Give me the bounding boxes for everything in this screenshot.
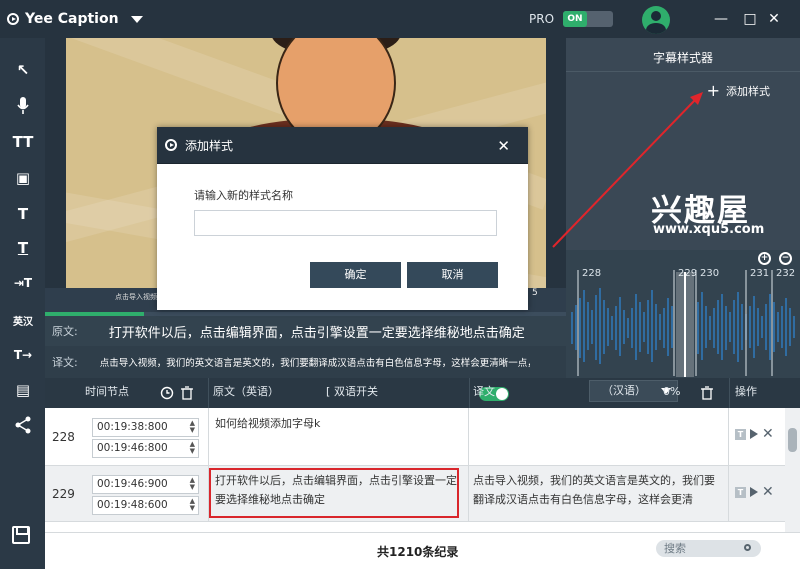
source-strip: 原文: 打开软件以后，点击编辑界面，点击引擎设置一定要选择维秘地点击确定 — [45, 316, 566, 346]
pro-label: PRO — [529, 12, 555, 26]
app-menu-chevron-down-icon[interactable] — [130, 15, 143, 23]
translate-tool-icon[interactable]: 英汉 — [11, 308, 35, 332]
dual-label: 双语开关 — [334, 385, 378, 398]
row-ops: T ✕ — [735, 426, 774, 442]
translation-cell[interactable] — [469, 408, 729, 465]
end-time-value: 00:19:46:800 — [97, 442, 168, 454]
start-time-field[interactable]: 00:19:46:900 ▲ ▼ — [92, 475, 199, 494]
spin-icon[interactable]: ▲ ▼ — [190, 441, 195, 455]
left-toolbar: ↖ TT ▣ T T ⇥T 英汉 T→ ▤ — [0, 38, 45, 569]
scrollbar-thumb[interactable] — [788, 428, 797, 452]
video-timecode-peek: 5 — [532, 288, 538, 298]
add-style-button[interactable]: + 添加样式 — [707, 81, 770, 100]
microphone-icon[interactable] — [11, 94, 35, 118]
search-placeholder: 搜索 — [664, 542, 686, 555]
table-footer: 共1210条纪录 搜索 — [45, 532, 800, 569]
dialog-close-icon[interactable]: ✕ — [497, 137, 510, 155]
add-style-dialog: 添加样式 ✕ 请输入新的样式名称 确定 取消 — [157, 127, 528, 310]
delete-icon[interactable]: ✕ — [762, 484, 774, 500]
translation-strip: 译文: 点击导入视频，我们的英文语言是英文的，我们要翻译成汉语点击有白色信息字母… — [45, 346, 566, 378]
video-subtitle-overlay: 点击导入视频 — [115, 293, 157, 301]
plus-icon: + — [706, 81, 720, 100]
maximize-button[interactable]: □ — [742, 11, 758, 27]
source-text: 如何给视频添加字母k — [215, 417, 321, 430]
end-time-value: 00:19:48:600 — [97, 499, 168, 511]
search-icon[interactable] — [744, 544, 751, 551]
row-index: 228 — [52, 430, 75, 444]
source-strip-text: 打开软件以后，点击编辑界面，点击引擎设置一定要选择维秘地点击确定 — [108, 325, 525, 341]
col-ops-header: 操作 — [735, 385, 757, 398]
row-index: 229 — [52, 487, 75, 501]
minimize-button[interactable]: — — [713, 11, 729, 27]
text-style-icon[interactable]: T — [735, 486, 746, 498]
source-cell[interactable]: 如何给视频添加字母k — [208, 408, 469, 465]
tab-subtitle-styles[interactable]: 字幕样式器 — [566, 38, 800, 72]
playhead[interactable] — [676, 272, 694, 377]
subtitle-table: 228 00:19:38:800 ▲ ▼ 00:19:46:800 ▲ ▼ 如何给视频添… — [45, 408, 785, 532]
start-time-value: 00:19:38:800 — [97, 421, 168, 433]
play-icon[interactable] — [750, 487, 758, 497]
waveform-panel[interactable]: + − 228 229 230 231 232 — [566, 250, 800, 378]
user-avatar[interactable] — [642, 6, 670, 34]
spin-icon[interactable]: ▲ ▼ — [190, 498, 195, 512]
confirm-button[interactable]: 确定 — [310, 262, 401, 288]
trash-icon[interactable] — [701, 378, 713, 408]
cancel-button[interactable]: 取消 — [407, 262, 498, 288]
cursor-tool-icon[interactable]: ↖ — [11, 58, 35, 82]
pro-toggle-state: ON — [563, 11, 587, 27]
shape-tool-icon[interactable]: ▣ — [11, 166, 35, 190]
translation-strip-text: 点击导入视频，我们的英文语言是英文的，我们要翻译成汉语点击有白色信息字母，这样会… — [99, 358, 530, 369]
text-tool-icon[interactable]: TT — [11, 130, 35, 154]
play-icon[interactable] — [750, 429, 758, 439]
dialog-prompt: 请输入新的样式名称 — [194, 189, 293, 202]
add-style-label: 添加样式 — [726, 84, 770, 98]
col-translation-header: 译文 — [473, 385, 495, 398]
voice-text-tool-icon[interactable]: T — [11, 202, 35, 226]
table-scrollbar[interactable] — [785, 408, 800, 532]
end-time-field[interactable]: 00:19:46:800 ▲ ▼ — [92, 439, 199, 458]
title-bar: Yee Caption PRO ON — □ ✕ — [0, 0, 800, 38]
text-style-icon[interactable]: T — [735, 428, 746, 440]
trash-icon[interactable] — [181, 378, 193, 408]
subtitle-tool-icon[interactable]: T — [11, 236, 35, 260]
style-name-input[interactable] — [194, 210, 497, 236]
delete-icon[interactable]: ✕ — [762, 426, 774, 442]
source-label: 原文: — [52, 325, 78, 338]
start-time-value: 00:19:46:900 — [97, 478, 168, 490]
film-tool-icon[interactable]: ▤ — [11, 378, 35, 402]
save-icon[interactable] — [12, 526, 30, 544]
export-text-tool-icon[interactable]: T→ — [11, 343, 35, 367]
col-time-header: 时间节点 — [85, 385, 129, 398]
col-source-header: 原文（英语） — [213, 385, 279, 398]
clock-icon[interactable] — [160, 378, 174, 408]
watermark-url: www.xqu5.com — [653, 222, 765, 237]
close-window-button[interactable]: ✕ — [766, 11, 782, 27]
highlight-annotation-box — [209, 468, 459, 518]
table-header: 时间节点 原文（英语） [ 双语开关 译文 （汉语） 0% 操作 — [45, 378, 800, 408]
translation-label: 译文: — [52, 356, 78, 369]
table-row[interactable]: 228 00:19:38:800 ▲ ▼ 00:19:46:800 ▲ ▼ 如何给视频添… — [45, 408, 785, 466]
dialog-logo-icon — [165, 139, 177, 151]
spin-icon[interactable]: ▲ ▼ — [190, 420, 195, 434]
spin-icon[interactable]: ▲ ▼ — [190, 477, 195, 491]
translation-cell[interactable]: 点击导入视频，我们的英文语言是英文的，我们要翻译成汉语点击有白色信息字母，这样会… — [469, 466, 729, 521]
dialog-header: 添加样式 — [157, 127, 528, 164]
end-time-field[interactable]: 00:19:48:600 ▲ ▼ — [92, 496, 199, 515]
start-time-field[interactable]: 00:19:38:800 ▲ ▼ — [92, 418, 199, 437]
row-ops: T ✕ — [735, 484, 774, 500]
translation-text: 点击导入视频，我们的英文语言是英文的，我们要翻译成汉语点击有白色信息字母，这样会… — [473, 474, 715, 506]
pro-toggle[interactable]: ON — [563, 11, 613, 27]
share-icon[interactable] — [11, 413, 35, 437]
app-title: Yee Caption — [25, 11, 119, 27]
style-panel: 字幕样式器 + 添加样式 兴趣屋 www.xqu5.com — [566, 38, 800, 250]
language-select-value: （汉语） — [602, 384, 646, 397]
app-logo-icon — [7, 13, 19, 25]
dialog-title: 添加样式 — [185, 138, 234, 153]
search-input[interactable]: 搜索 — [656, 540, 761, 557]
import-text-tool-icon[interactable]: ⇥T — [11, 271, 35, 295]
translation-percent: 0% — [663, 385, 681, 398]
record-count: 共1210条纪录 — [377, 545, 459, 559]
dual-prefix: [ — [326, 385, 331, 398]
